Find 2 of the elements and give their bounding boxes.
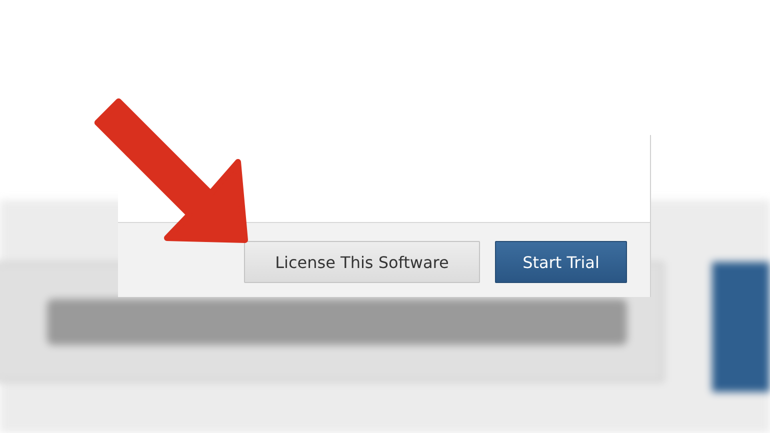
start-button[interactable]: Start Trial [495, 241, 627, 283]
license-button[interactable]: License This Software [244, 241, 480, 283]
